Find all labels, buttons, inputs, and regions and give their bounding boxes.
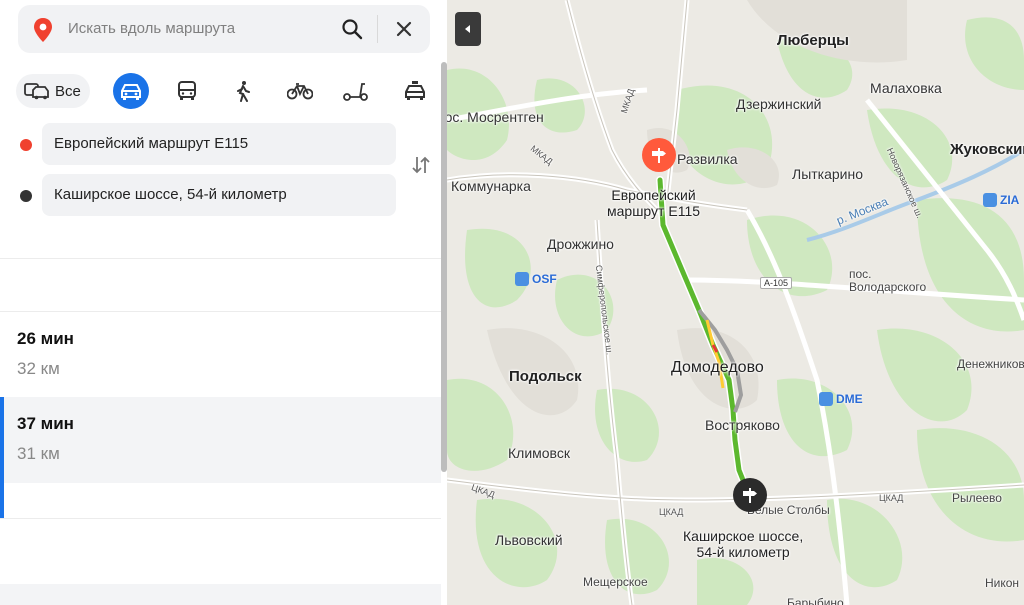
town-lytkarino: Лыткарино bbox=[792, 166, 864, 182]
town-razvilka: Развилка bbox=[677, 151, 738, 167]
pedestrian-icon bbox=[237, 81, 250, 102]
from-field[interactable]: Европейский маршрут E115 bbox=[42, 123, 396, 165]
town-mosrentgen: пос. Мосрентген bbox=[447, 109, 544, 125]
selected-indicator bbox=[0, 397, 4, 519]
start-point-dot bbox=[20, 139, 32, 151]
to-field[interactable]: Каширское шоссе, 54-й километр bbox=[42, 174, 396, 216]
city-zhukovsky: Жуковский bbox=[950, 141, 1024, 158]
mode-transit-button[interactable] bbox=[169, 73, 205, 109]
swap-points-icon[interactable] bbox=[410, 154, 432, 176]
town-lvovsky: Львовский bbox=[495, 532, 563, 548]
panel-footer bbox=[0, 584, 441, 605]
airplane-icon bbox=[819, 392, 833, 406]
end-point-dot bbox=[20, 190, 32, 202]
airport-dme-label: DME bbox=[836, 392, 863, 406]
search-divider bbox=[377, 15, 378, 43]
car-icon bbox=[121, 84, 141, 100]
from-field-value: Европейский маршрут E115 bbox=[54, 135, 249, 152]
airport-zia: ZIA bbox=[983, 193, 1019, 207]
end-label-line2: 54-й километр bbox=[696, 544, 790, 560]
car-bus-icon bbox=[24, 83, 49, 100]
chevron-left-icon bbox=[465, 25, 470, 33]
route-option-1[interactable]: 26 мин 32 км bbox=[0, 312, 441, 398]
signpost-icon bbox=[743, 488, 757, 503]
route-distance: 32 км bbox=[17, 359, 60, 378]
taxi-icon bbox=[405, 81, 425, 100]
bus-icon bbox=[178, 81, 196, 100]
to-field-value: Каширское шоссе, 54-й километр bbox=[54, 186, 287, 203]
town-malakhovka: Малаховка bbox=[870, 80, 942, 96]
route-distance: 31 км bbox=[17, 444, 60, 463]
town-meshcherskoe: Мещерское bbox=[583, 575, 648, 589]
route-time: 37 мин bbox=[17, 414, 74, 433]
mode-car-button[interactable] bbox=[113, 73, 149, 109]
divider bbox=[0, 258, 441, 259]
town-nikon: Никон bbox=[985, 576, 1020, 590]
mode-all-label: Все bbox=[55, 83, 81, 100]
road-a105-shield: A-105 bbox=[760, 277, 793, 289]
route-time: 26 мин bbox=[17, 329, 74, 348]
location-pin-icon bbox=[34, 18, 52, 42]
town-barybino: Барыбино bbox=[787, 596, 844, 605]
search-icon[interactable] bbox=[340, 17, 364, 41]
town-rileevo: Рылеево bbox=[952, 491, 1002, 505]
mode-scooter-button[interactable] bbox=[337, 73, 373, 109]
collapse-panel-button[interactable] bbox=[455, 12, 481, 46]
close-icon[interactable] bbox=[392, 17, 416, 41]
town-vostryakovo: Востряково bbox=[705, 417, 780, 433]
scooter-icon bbox=[343, 83, 368, 101]
map-view[interactable]: Люберцы Малаховка Дзержинский пос. Мосре… bbox=[447, 0, 1024, 605]
airport-zia-label: ZIA bbox=[1000, 193, 1020, 207]
end-label-line1: Каширское шоссе, bbox=[683, 528, 804, 544]
city-podolsk: Подольск bbox=[509, 368, 582, 385]
airport-osf: OSF bbox=[515, 272, 557, 286]
route-start-pin[interactable] bbox=[642, 138, 676, 172]
airplane-icon bbox=[983, 193, 997, 207]
airport-osf-label: OSF bbox=[532, 272, 557, 286]
city-lyubertsy: Люберцы bbox=[777, 32, 849, 49]
signpost-icon bbox=[652, 148, 666, 163]
divider bbox=[0, 518, 441, 519]
route-search-box[interactable]: Искать вдоль маршрута bbox=[18, 5, 430, 53]
town-kommunarka: Коммунарка bbox=[451, 178, 531, 194]
road-tsk-label: ЦКАД bbox=[879, 493, 904, 503]
mode-walk-button[interactable] bbox=[225, 73, 261, 109]
town-dzerzhinsky: Дзержинский bbox=[736, 96, 822, 112]
bicycle-icon bbox=[287, 83, 313, 100]
route-panel: Искать вдоль маршрута Все Европейский ма… bbox=[0, 0, 447, 605]
route-end-pin[interactable] bbox=[733, 478, 767, 512]
town-drozhzhino: Дрожжино bbox=[547, 236, 614, 252]
transport-mode-bar: Все bbox=[14, 72, 434, 110]
city-domodedovo: Домодедово bbox=[671, 359, 764, 376]
mode-all-button[interactable]: Все bbox=[16, 74, 90, 108]
road-tsk-label: ЦКАД bbox=[659, 507, 684, 517]
start-label-line1: Европейский bbox=[611, 187, 696, 203]
town-volodarskogo: пос. Володарского bbox=[849, 267, 927, 294]
start-label-line2: маршрут E115 bbox=[607, 203, 701, 219]
town-klimovsk: Климовск bbox=[508, 445, 570, 461]
route-option-2[interactable]: 37 мин 31 км bbox=[0, 397, 441, 519]
search-input[interactable]: Искать вдоль маршрута bbox=[68, 20, 235, 37]
airplane-icon bbox=[515, 272, 529, 286]
town-denezhnikovo: Денежниково bbox=[957, 357, 1024, 371]
mode-bike-button[interactable] bbox=[281, 73, 317, 109]
airport-dme: DME bbox=[819, 392, 863, 406]
mode-taxi-button[interactable] bbox=[397, 73, 433, 109]
route-end-label: Каширское шоссе, 54-й километр bbox=[683, 528, 803, 560]
route-start-label: Европейский маршрут E115 bbox=[607, 187, 700, 219]
